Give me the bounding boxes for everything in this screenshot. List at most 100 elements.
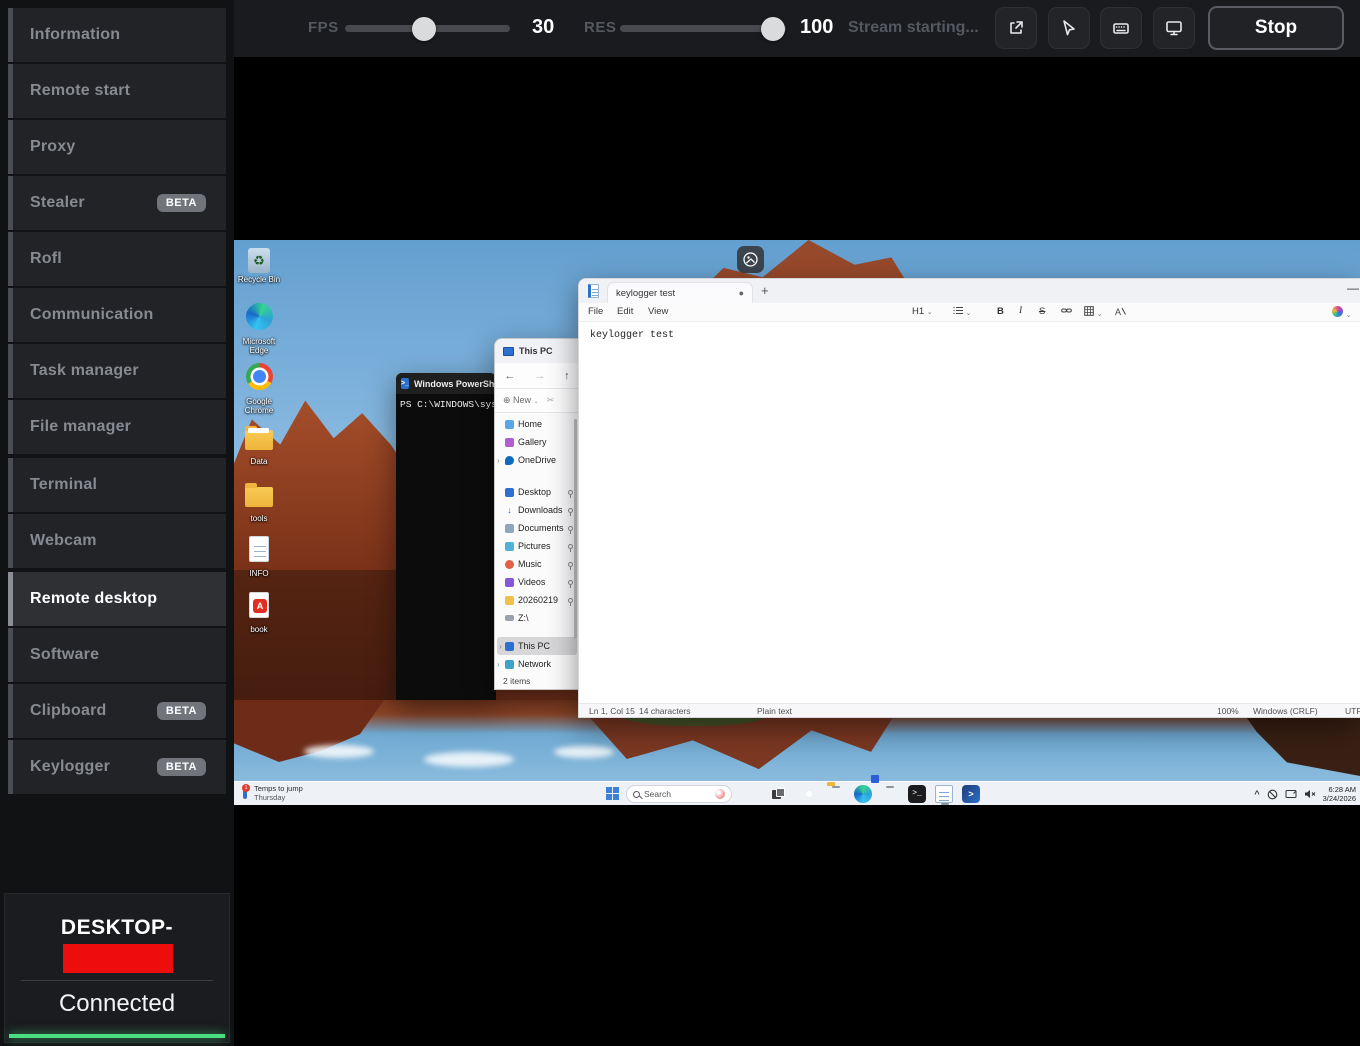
powershell-terminal[interactable]: PS C:\WINDOWS\syst <box>396 394 496 415</box>
res-slider-thumb[interactable] <box>761 17 785 41</box>
explorer-scrollbar[interactable] <box>574 419 577 639</box>
nav-item-network[interactable]: ›Network <box>495 655 579 673</box>
desktop-icon-pdf[interactable]: book <box>236 592 282 634</box>
item-stripe <box>8 740 13 794</box>
sidebar-item-rofl[interactable]: Rofl <box>8 232 226 286</box>
notifications-off-icon[interactable] <box>1267 789 1278 800</box>
notepad-status-bar: Ln 1, Col 15 14 characters Plain text 10… <box>579 703 1360 717</box>
open-external-button[interactable] <box>995 7 1037 49</box>
nav-item-z-drive[interactable]: Z:\ <box>495 609 579 627</box>
stream-overlay-widget[interactable] <box>737 246 764 273</box>
sidebar-item-remote-start[interactable]: Remote start <box>8 64 226 118</box>
nav-item-dated-folder[interactable]: 20260219 <box>495 591 579 609</box>
sidebar-item-communication[interactable]: Communication <box>8 288 226 342</box>
sidebar-item-keylogger[interactable]: KeyloggerBETA <box>8 740 226 794</box>
cut-icon[interactable]: ✂ <box>547 395 555 406</box>
table-dropdown[interactable]: ⌄ <box>1084 306 1103 319</box>
forward-button[interactable]: → <box>534 370 545 382</box>
new-tab-button[interactable]: + <box>761 283 769 298</box>
nav-item-gallery[interactable]: Gallery <box>495 433 579 451</box>
beta-badge: BETA <box>157 702 206 720</box>
sidebar-item-remote-desktop[interactable]: Remote desktop <box>8 572 226 626</box>
desktop-icon-data-folder[interactable]: Data <box>236 424 282 466</box>
taskbar-app-powershell[interactable]: > <box>962 785 980 803</box>
nav-item-this-pc[interactable]: ›This PC <box>497 637 577 655</box>
folder-icon <box>505 596 514 605</box>
fps-slider[interactable] <box>345 25 510 32</box>
explorer-tab-bar[interactable]: This PC <box>495 339 579 363</box>
sidebar-item-label: Task manager <box>30 362 139 380</box>
nav-item-pictures[interactable]: Pictures <box>495 537 579 555</box>
nav-item-desktop[interactable]: Desktop <box>495 483 579 501</box>
menu-file[interactable]: File <box>588 306 603 317</box>
italic-button[interactable]: I <box>1019 306 1022 316</box>
back-button[interactable]: ← <box>504 370 515 382</box>
desktop-icon-edge[interactable]: Microsoft Edge <box>236 303 282 355</box>
hidden-icons-chevron[interactable]: ^ <box>1254 789 1259 799</box>
explorer-window[interactable]: This PC ← → ↑ ⊕ New ⌄ ✂ Home Gallery ›On… <box>494 338 580 690</box>
remote-keyboard-button[interactable] <box>1100 7 1142 49</box>
sidebar-item-clipboard[interactable]: ClipboardBETA <box>8 684 226 738</box>
list-icon <box>953 306 963 315</box>
new-button[interactable]: ⊕ New ⌄ <box>503 395 539 406</box>
clear-format-button[interactable]: A <box>1115 306 1126 319</box>
status-zoom[interactable]: 100% <box>1217 706 1239 716</box>
start-button[interactable] <box>606 787 620 801</box>
up-button[interactable]: ↑ <box>564 370 570 382</box>
taskbar-app-terminal[interactable]: >_ <box>908 785 926 803</box>
explorer-nav-pane[interactable]: Home Gallery ›OneDrive Desktop ↓Download… <box>495 415 579 673</box>
sidebar-item-software[interactable]: Software <box>8 628 226 682</box>
res-slider[interactable] <box>620 25 786 32</box>
copilot-button[interactable]: ⌄ <box>1332 306 1352 320</box>
sidebar-item-information[interactable]: Information <box>8 8 226 62</box>
strikethrough-button[interactable]: S <box>1039 306 1045 317</box>
menu-edit[interactable]: Edit <box>617 306 633 317</box>
list-dropdown[interactable]: ⌄ <box>953 306 972 318</box>
sidebar-item-file-manager[interactable]: File manager <box>8 400 226 454</box>
remote-desktop-viewport[interactable]: ♻Recycle Bin Microsoft Edge Google Chrom… <box>234 240 1360 805</box>
wallpaper-cloud <box>304 745 374 758</box>
sidebar-item-proxy[interactable]: Proxy <box>8 120 226 174</box>
sidebar-item-stealer[interactable]: StealerBETA <box>8 176 226 230</box>
nav-item-downloads[interactable]: ↓Downloads <box>495 501 579 519</box>
touch-keyboard-icon[interactable] <box>1285 789 1297 799</box>
edge-icon <box>246 303 273 330</box>
fps-slider-thumb[interactable] <box>412 17 436 41</box>
sidebar-item-label: Remote start <box>30 82 130 100</box>
stop-stream-button[interactable]: Stop <box>1208 6 1344 50</box>
sidebar-item-webcam[interactable]: Webcam <box>8 514 226 568</box>
minimize-button[interactable]: — <box>1347 281 1359 295</box>
powershell-window[interactable]: >_ Windows PowerShell PS C:\WINDOWS\syst <box>396 373 496 700</box>
style-dropdown[interactable]: H1 ⌄ <box>912 306 933 317</box>
taskbar-app-edge[interactable] <box>854 785 872 803</box>
powershell-titlebar[interactable]: >_ Windows PowerShell <box>396 373 496 394</box>
desktop-icon-info-doc[interactable]: INFO <box>236 536 282 578</box>
task-view-button[interactable] <box>772 788 785 800</box>
weather-widget[interactable]: 1 Temps to jumpThursday <box>241 784 303 802</box>
nav-item-documents[interactable]: Documents <box>495 519 579 537</box>
desktop-icon-tools-folder[interactable]: tools <box>236 481 282 523</box>
nav-item-music[interactable]: Music <box>495 555 579 573</box>
desktop-icon-recycle-bin[interactable]: ♻Recycle Bin <box>236 248 282 284</box>
remote-cursor-button[interactable] <box>1048 7 1090 49</box>
menu-view[interactable]: View <box>648 306 668 317</box>
bold-button[interactable]: B <box>997 306 1004 317</box>
nav-item-home[interactable]: Home <box>495 415 579 433</box>
link-button[interactable] <box>1061 306 1072 318</box>
notepad-tab[interactable]: keylogger test ● <box>607 282 753 303</box>
display-button[interactable] <box>1153 7 1195 49</box>
nav-item-videos[interactable]: Videos <box>495 573 579 591</box>
status-encoding: UTF- <box>1345 706 1360 716</box>
taskbar-app-notepad[interactable] <box>935 785 953 803</box>
sidebar-item-task-manager[interactable]: Task manager <box>8 344 226 398</box>
downloads-icon: ↓ <box>505 506 514 515</box>
taskbar-clock[interactable]: 6:28 AM 3/24/2026 <box>1323 785 1356 803</box>
taskbar-search[interactable]: Search <box>626 785 732 803</box>
notepad-window[interactable]: keylogger test ● + — File Edit View H1 ⌄… <box>578 278 1360 718</box>
volume-muted-icon[interactable] <box>1304 789 1316 799</box>
desktop-icon-chrome[interactable]: Google Chrome <box>236 363 282 415</box>
res-value: 100 <box>800 16 833 39</box>
sidebar-item-terminal[interactable]: Terminal <box>8 458 226 512</box>
nav-item-onedrive[interactable]: ›OneDrive <box>495 451 579 469</box>
notepad-editor[interactable]: keylogger test <box>579 322 1360 703</box>
